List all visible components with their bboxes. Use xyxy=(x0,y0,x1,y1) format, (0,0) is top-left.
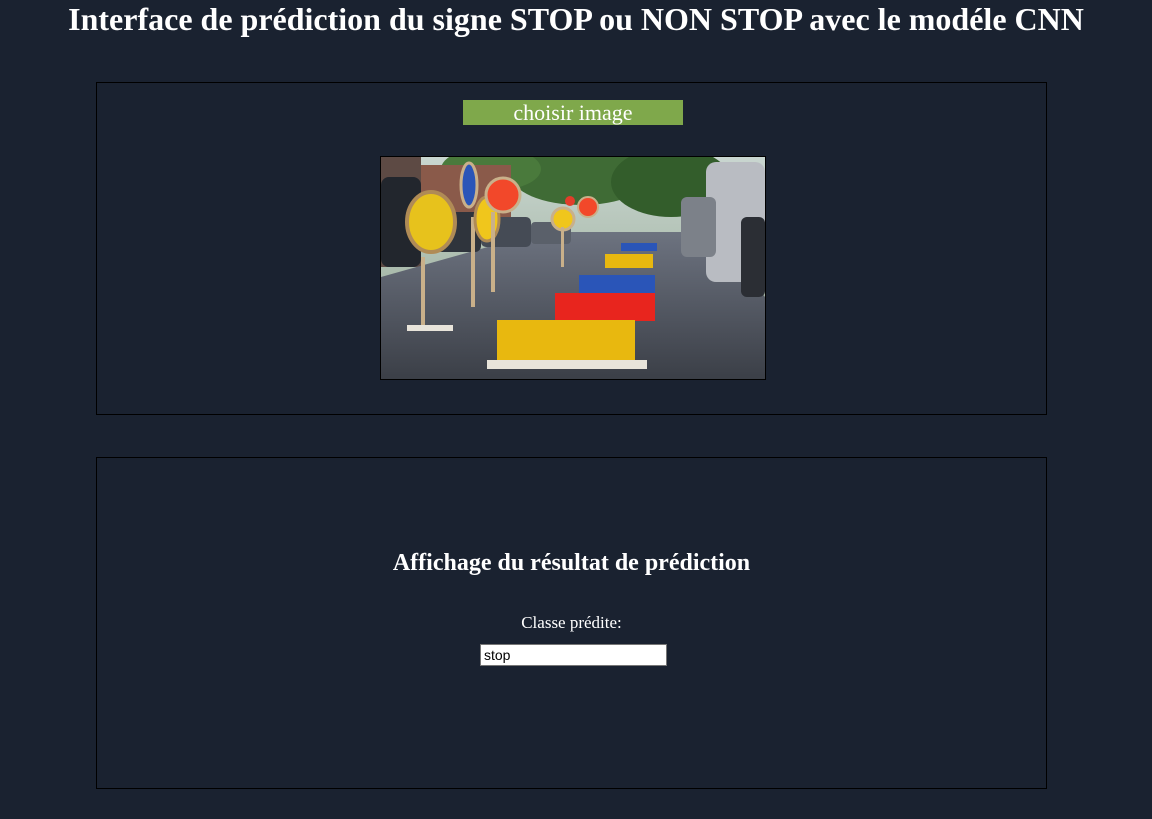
result-heading: Affichage du résultat de prédiction xyxy=(392,550,751,576)
predicted-class-label: Classe prédite: xyxy=(521,613,622,632)
predicted-class-field[interactable] xyxy=(480,644,667,666)
preview-image xyxy=(380,156,766,380)
choose-image-button[interactable]: choisir image xyxy=(463,100,683,125)
upload-panel: choisir image xyxy=(96,82,1047,415)
page-title: Interface de prédiction du signe STOP ou… xyxy=(68,1,1084,37)
result-panel: Affichage du résultat de prédiction Clas… xyxy=(96,457,1047,789)
